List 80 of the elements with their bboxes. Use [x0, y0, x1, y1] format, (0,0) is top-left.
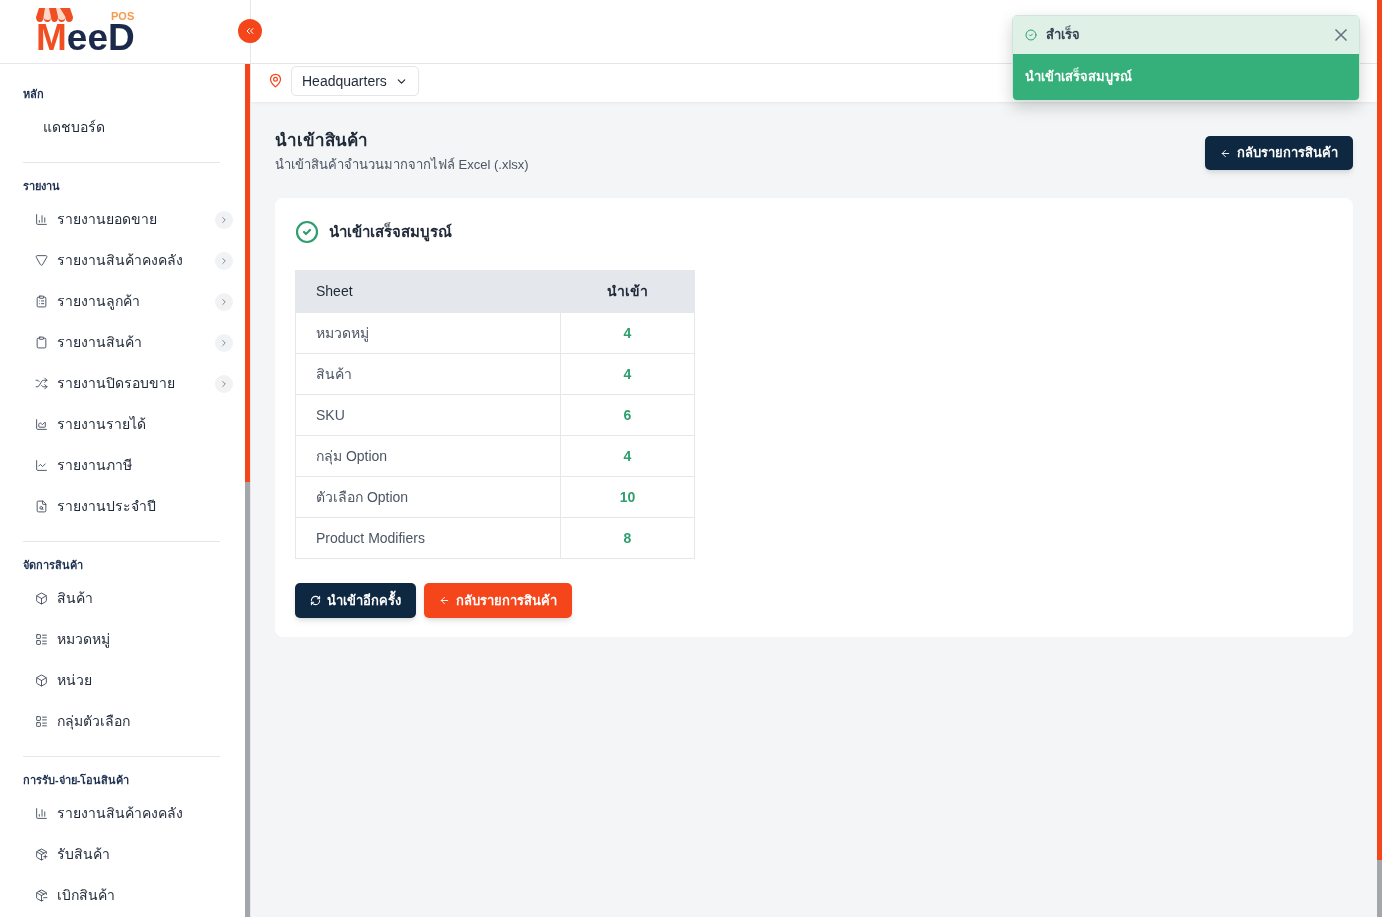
- package-plus-icon: [35, 848, 48, 861]
- expand-button[interactable]: [215, 374, 233, 393]
- sidebar-item[interactable]: รายงานประจำปี: [35, 496, 156, 517]
- toast-message: นำเข้าเสร็จสมบูรณ์: [1025, 67, 1132, 87]
- sidebar-item[interactable]: เบิกสินค้า: [35, 885, 115, 906]
- list-icon: [35, 633, 48, 646]
- clipboard-icon: [35, 336, 48, 349]
- sidebar-item[interactable]: กลุ่มตัวเลือก: [35, 711, 130, 732]
- arrow-left-icon: [439, 595, 450, 606]
- area-chart-icon: [35, 418, 48, 431]
- logo-tag: POS: [111, 10, 135, 22]
- sidebar-item[interactable]: รายงานสินค้า: [35, 332, 142, 353]
- package-minus-icon: [35, 889, 48, 902]
- sidebar-item[interactable]: สินค้า: [35, 588, 93, 609]
- result-title: นำเข้าเสร็จสมบูรณ์: [329, 221, 452, 244]
- sidebar-item[interactable]: รายงานสินค้าคงคลัง: [35, 250, 183, 271]
- table-header-cell: นำเข้า: [560, 270, 695, 313]
- table-cell: Product Modifiers: [295, 517, 561, 559]
- table-cell: 6: [560, 394, 695, 436]
- table-cell: ตัวเลือก Option: [295, 476, 561, 518]
- check-circle-icon: [1025, 29, 1037, 41]
- page-subtitle: นำเข้าสินค้าจำนวนมากจากไฟล์ Excel (.xlsx): [275, 156, 529, 174]
- section-label: รายงาน: [23, 179, 60, 194]
- triangle-icon: [35, 254, 48, 267]
- location-pin-icon: [268, 73, 283, 88]
- table-cell: 10: [560, 476, 695, 518]
- chevron-right-icon: [219, 337, 229, 348]
- logo-letter: M: [36, 22, 67, 54]
- awning-icon: [36, 8, 73, 22]
- refresh-icon: [310, 595, 321, 606]
- table-cell: 8: [560, 517, 695, 559]
- sidebar-item[interactable]: หน่วย: [35, 670, 92, 691]
- list-icon: [35, 715, 48, 728]
- check-circle-icon: [295, 220, 319, 244]
- chevrons-left-icon: [244, 25, 256, 37]
- section-label: จัดการสินค้า: [23, 558, 83, 573]
- section-label: หลัก: [23, 87, 44, 102]
- table-cell: หมวดหมู่: [295, 312, 561, 354]
- back-button[interactable]: กลับรายการสินค้า: [1205, 136, 1353, 170]
- chevron-right-icon: [219, 255, 229, 266]
- box-icon: [35, 592, 48, 605]
- sidebar-item[interactable]: รายงานลูกค้า: [35, 291, 140, 312]
- table-cell: 4: [560, 312, 695, 354]
- page-title: นำเข้าสินค้า: [275, 130, 368, 152]
- expand-button[interactable]: [215, 292, 233, 311]
- table-cell: 4: [560, 435, 695, 477]
- sidebar-item[interactable]: รับสินค้า: [35, 844, 110, 865]
- arrow-left-icon: [1220, 147, 1231, 159]
- sidebar-item[interactable]: รายงานยอดขาย: [35, 209, 157, 230]
- logo-wordmark: eeD: [66, 22, 135, 54]
- table-cell: 4: [560, 353, 695, 395]
- clipboard-list-icon: [35, 295, 48, 308]
- branch-dropdown[interactable]: Headquarters: [291, 66, 419, 96]
- expand-button[interactable]: [215, 251, 233, 270]
- expand-button[interactable]: [215, 210, 233, 229]
- scrollbar-thumb[interactable]: [245, 64, 250, 482]
- sidebar-item[interactable]: รายงานสินค้าคงคลัง: [35, 803, 183, 824]
- file-search-icon: [35, 500, 48, 513]
- bar-chart-icon: [35, 807, 48, 820]
- section-label: การรับ-จ่าย-โอนสินค้า: [23, 772, 130, 788]
- box-icon: [35, 674, 48, 687]
- line-chart-icon: [35, 459, 48, 472]
- shuffle-icon: [35, 377, 48, 390]
- chevron-right-icon: [219, 378, 229, 389]
- back-button[interactable]: กลับรายการสินค้า: [424, 583, 572, 618]
- table-cell: SKU: [295, 394, 561, 436]
- expand-button[interactable]: [215, 333, 233, 352]
- table-header-cell: Sheet: [295, 270, 561, 313]
- chevron-right-icon: [219, 296, 229, 307]
- sidebar-item[interactable]: รายงานปิดรอบขาย: [35, 373, 175, 394]
- bar-chart-icon: [35, 213, 48, 226]
- toast-title: สำเร็จ: [1046, 25, 1080, 45]
- retry-button[interactable]: นำเข้าอีกครั้ง: [295, 583, 416, 618]
- table-cell: กลุ่ม Option: [295, 435, 561, 477]
- sidebar-item[interactable]: รายงานรายได้: [35, 414, 146, 435]
- table-cell: สินค้า: [295, 353, 561, 395]
- sidebar-item[interactable]: หมวดหมู่: [35, 629, 110, 650]
- sidebar-item[interactable]: แดชบอร์ด: [43, 117, 105, 138]
- chevron-right-icon: [219, 214, 229, 225]
- sidebar-item[interactable]: รายงานภาษี: [35, 455, 132, 476]
